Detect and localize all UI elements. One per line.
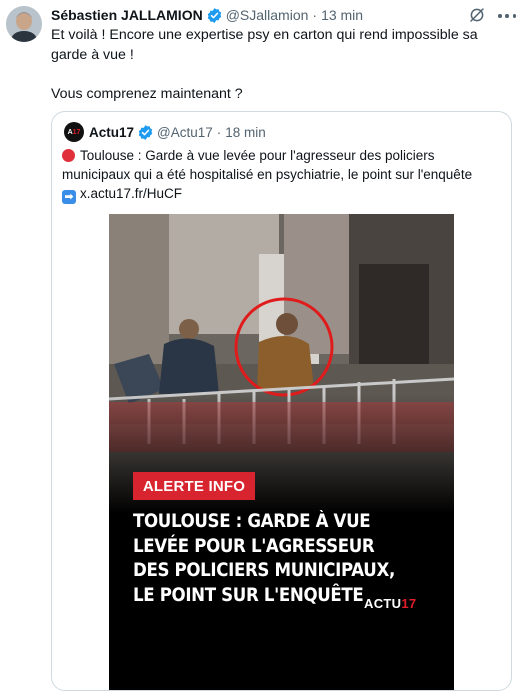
tweet-header: Sébastien JALLAMION @SJallamion · 13 min <box>51 5 363 25</box>
news-photo <box>109 214 454 514</box>
grok-icon[interactable] <box>468 6 486 24</box>
quote-author-name[interactable]: Actu17 <box>89 125 134 140</box>
quote-avatar[interactable]: A 17 <box>64 122 84 142</box>
red-circle-icon <box>62 149 75 162</box>
right-arrow-icon: ➡ <box>62 190 76 204</box>
media-headline: TOULOUSE : GARDE À VUE LEVÉE POUR L'AGRE… <box>133 510 403 608</box>
alert-badge: ALERTE INFO <box>133 472 255 500</box>
separator-dot: · <box>312 7 318 23</box>
tweet-time[interactable]: 13 min <box>321 7 363 23</box>
quote-link[interactable]: x.actu17.fr/HuCF <box>80 186 182 201</box>
actu17-logo: ACTU17 <box>364 596 416 611</box>
headline-line-3: DES POLICIERS MUNICIPAUX, <box>133 560 395 581</box>
headline-line-1: TOULOUSE : GARDE À VUE <box>133 511 371 532</box>
more-options-icon[interactable] <box>498 7 516 25</box>
quote-handle[interactable]: @Actu17 <box>157 125 213 140</box>
quote-time[interactable]: 18 min <box>225 125 266 140</box>
quote-header: A 17 Actu17 @Actu17 · 18 min <box>64 122 266 142</box>
tweet-text-line1: Et voilà ! Encore une expertise psy en c… <box>51 27 478 63</box>
tweet-text-line2: Vous comprenez maintenant ? <box>51 85 243 102</box>
author-avatar[interactable] <box>6 6 42 42</box>
author-handle[interactable]: @SJallamion <box>226 7 309 23</box>
headline-line-4: LE POINT SUR L'ENQUÊTE <box>133 584 364 606</box>
brand-text-b: 17 <box>401 596 417 611</box>
quote-verified-badge-icon <box>138 124 153 140</box>
quote-media-image[interactable]: ALERTE INFO TOULOUSE : GARDE À VUE LEVÉE… <box>109 214 454 690</box>
headline-line-2: LEVÉE POUR L'AGRESSEUR <box>133 535 375 557</box>
verified-badge-icon <box>207 7 221 23</box>
quote-avatar-b: 17 <box>72 128 81 136</box>
quote-text: Toulouse : Garde à vue levée pour l'agre… <box>62 146 502 204</box>
quoted-tweet[interactable]: A 17 Actu17 @Actu17 · 18 min Toulouse : G… <box>51 111 512 691</box>
tweet-text: Et voilà ! Encore une expertise psy en c… <box>51 26 511 104</box>
quote-separator-dot: · <box>216 124 222 140</box>
quote-text-body: Toulouse : Garde à vue levée pour l'agre… <box>62 148 473 182</box>
author-name[interactable]: Sébastien JALLAMION <box>51 7 203 23</box>
tweet[interactable]: Sébastien JALLAMION @SJallamion · 13 min… <box>0 0 520 691</box>
brand-text-a: ACTU <box>364 596 402 611</box>
